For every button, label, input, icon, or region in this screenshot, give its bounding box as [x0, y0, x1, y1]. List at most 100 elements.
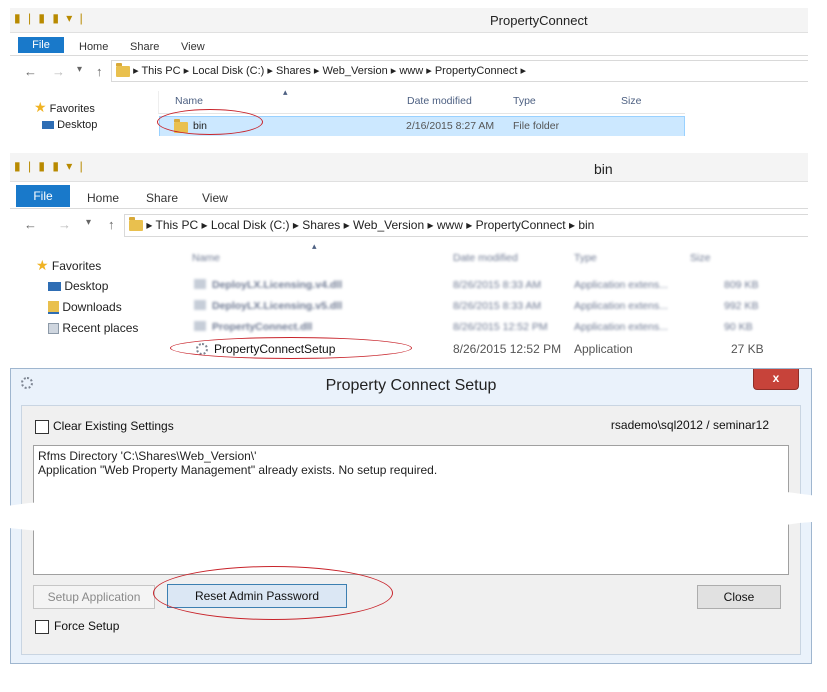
- quick-access-toolbar[interactable]: ▮ | ▮ ▮ ▾ |: [14, 159, 85, 173]
- tab-home[interactable]: Home: [79, 41, 108, 53]
- nav-favorites[interactable]: ★ Favorites: [36, 257, 101, 274]
- column-name[interactable]: Name: [192, 252, 220, 264]
- breadcrumb-sep: ▸: [466, 218, 476, 232]
- nav-favorites-label: Favorites: [51, 259, 102, 273]
- nav-favorites-label: Favorites: [49, 103, 95, 115]
- breadcrumb-propertyconnect[interactable]: PropertyConnect: [476, 218, 566, 232]
- file-size: 809 KB: [724, 279, 759, 291]
- clear-settings-checkbox[interactable]: [35, 420, 49, 434]
- up-button[interactable]: ↑: [108, 217, 115, 232]
- file-size: 992 KB: [724, 300, 759, 312]
- forward-button[interactable]: →: [52, 64, 65, 79]
- desktop-icon: [48, 282, 61, 292]
- up-button[interactable]: ↑: [96, 64, 103, 79]
- address-bar[interactable]: ▸ This PC ▸ Local Disk (C:) ▸ Shares ▸ W…: [124, 214, 808, 237]
- breadcrumb-propertyconnect[interactable]: PropertyConnect: [435, 65, 518, 77]
- column-type[interactable]: Type: [574, 252, 597, 264]
- breadcrumb-bin[interactable]: bin: [578, 218, 594, 232]
- tab-file[interactable]: File: [16, 185, 70, 207]
- column-size[interactable]: Size: [690, 252, 710, 264]
- dll-icon: [194, 300, 206, 310]
- file-size: 90 KB: [724, 321, 753, 333]
- window-title: PropertyConnect: [490, 13, 588, 28]
- desktop-icon: [42, 121, 54, 130]
- setup-application-button[interactable]: Setup Application: [33, 585, 155, 609]
- column-date-modified[interactable]: Date modified: [453, 252, 518, 264]
- nav-desktop[interactable]: Desktop: [42, 119, 97, 131]
- server-info: rsademo\sql2012 / seminar12: [610, 418, 769, 432]
- highlight-ellipse: [157, 109, 263, 135]
- breadcrumb-shares[interactable]: Shares: [302, 218, 340, 232]
- log-line: Application "Web Property Management" al…: [38, 463, 438, 477]
- folder-icon: [129, 217, 143, 232]
- close-icon[interactable]: x: [753, 369, 799, 390]
- nav-recent-places-label: Recent places: [62, 321, 139, 335]
- recent-dropdown[interactable]: ▾: [86, 217, 91, 228]
- file-type: Application extens...: [574, 321, 668, 333]
- star-icon: ★: [36, 257, 49, 273]
- file-type: File folder: [513, 120, 560, 132]
- file-date: 8/26/2015 8:33 AM: [453, 300, 542, 312]
- force-setup-checkbox[interactable]: [35, 620, 49, 634]
- nav-downloads[interactable]: Downloads: [48, 300, 122, 315]
- address-bar[interactable]: ▸ This PC ▸ Local Disk (C:) ▸ Shares ▸ W…: [111, 60, 808, 82]
- star-icon: ★: [34, 99, 47, 115]
- breadcrumb-local-disk[interactable]: Local Disk (C:): [211, 218, 290, 232]
- sort-arrow-icon: ▴: [283, 87, 288, 97]
- nav-desktop-label: Desktop: [57, 119, 98, 131]
- file-row[interactable]: DeployLX.Licensing.v5.dll 8/26/2015 8:33…: [172, 296, 772, 316]
- window-title: bin: [594, 161, 613, 177]
- nav-downloads-label: Downloads: [62, 300, 122, 314]
- file-name: PropertyConnect.dll: [212, 321, 313, 333]
- column-size[interactable]: Size: [621, 95, 641, 107]
- breadcrumb-sep: ▸: [568, 218, 579, 232]
- breadcrumb-shares[interactable]: Shares: [276, 65, 311, 77]
- tab-view[interactable]: View: [181, 41, 205, 53]
- breadcrumb-sep: ▸: [201, 218, 211, 232]
- file-row[interactable]: PropertyConnect.dll 8/26/2015 12:52 PM A…: [172, 317, 772, 337]
- explorer-window-bin: ▮ | ▮ ▮ ▾ | bin File Home Share View ← →…: [10, 153, 808, 359]
- dialog-title: Property Connect Setup: [325, 377, 497, 394]
- recent-places-icon: [48, 323, 59, 335]
- tab-view[interactable]: View: [202, 191, 228, 205]
- column-type[interactable]: Type: [513, 95, 536, 107]
- breadcrumb-web-version[interactable]: Web_Version: [353, 218, 424, 232]
- column-date-modified[interactable]: Date modified: [407, 95, 472, 107]
- tab-file[interactable]: File: [18, 37, 64, 53]
- file-date: 8/26/2015 8:33 AM: [453, 279, 542, 291]
- highlight-ellipse: [153, 566, 393, 620]
- file-type: Application: [574, 342, 633, 356]
- breadcrumb-this-pc[interactable]: This PC: [155, 218, 198, 232]
- tab-share[interactable]: Share: [146, 191, 178, 205]
- back-button[interactable]: ←: [24, 64, 37, 79]
- file-type: Application extens...: [574, 300, 668, 312]
- nav-favorites[interactable]: ★ Favorites: [34, 99, 95, 116]
- quick-access-toolbar[interactable]: ▮ | ▮ ▮ ▾ |: [14, 11, 85, 25]
- ribbon-tabs: File Home Share View: [10, 33, 808, 56]
- file-date: 8/26/2015 12:52 PM: [453, 342, 562, 356]
- back-button[interactable]: ←: [24, 217, 37, 232]
- nav-desktop[interactable]: Desktop: [48, 279, 108, 293]
- close-button[interactable]: Close: [697, 585, 781, 609]
- column-name[interactable]: Name: [175, 95, 203, 107]
- forward-button[interactable]: →: [58, 217, 71, 232]
- dll-icon: [194, 321, 206, 331]
- highlight-ellipse: [170, 337, 412, 359]
- tab-home[interactable]: Home: [87, 191, 119, 205]
- breadcrumb-local-disk[interactable]: Local Disk (C:): [192, 65, 264, 77]
- recent-dropdown[interactable]: ▾: [77, 64, 82, 75]
- clear-settings-label: Clear Existing Settings: [53, 419, 174, 433]
- title-bar: ▮ | ▮ ▮ ▾ | bin: [10, 153, 808, 182]
- sort-arrow-icon: ▴: [312, 241, 317, 251]
- explorer-window-propertyconnect: ▮ | ▮ ▮ ▾ | PropertyConnect File Home Sh…: [10, 8, 808, 136]
- breadcrumb-web-version[interactable]: Web_Version: [322, 65, 387, 77]
- file-row[interactable]: DeployLX.Licensing.v4.dll 8/26/2015 8:33…: [172, 275, 772, 295]
- breadcrumb-www[interactable]: www: [437, 218, 463, 232]
- breadcrumb-sep: ▸: [267, 65, 276, 77]
- log-line: Rfms Directory 'C:\Shares\Web_Version\': [38, 449, 257, 463]
- tab-share[interactable]: Share: [130, 41, 159, 53]
- breadcrumb-sep: ▸: [183, 65, 193, 77]
- breadcrumb-this-pc[interactable]: This PC: [141, 65, 180, 77]
- breadcrumb-www[interactable]: www: [399, 65, 423, 77]
- nav-recent-places[interactable]: Recent places: [48, 321, 138, 335]
